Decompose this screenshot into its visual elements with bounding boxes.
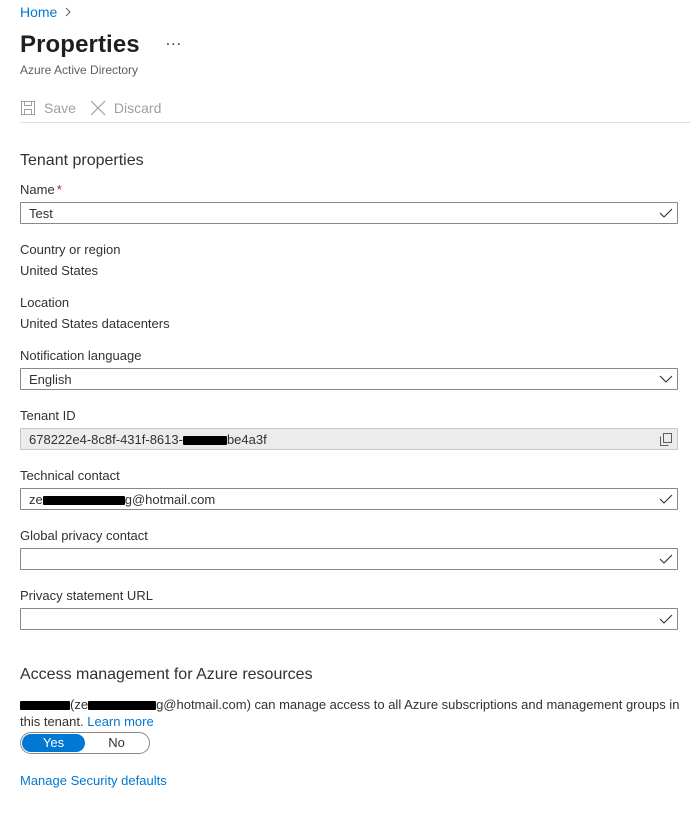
checkmark-icon (655, 549, 677, 569)
close-icon (90, 100, 106, 116)
privacy-statement-url-label: Privacy statement URL (20, 588, 153, 603)
technical-contact-suffix: g@hotmail.com (124, 491, 216, 507)
tenant-id-prefix: 678222e4-8c8f-431f-8613- (29, 431, 183, 447)
privacy-statement-url-field[interactable] (20, 608, 678, 630)
save-icon (21, 101, 35, 115)
chevron-down-icon (655, 369, 677, 389)
redaction-bar (182, 435, 227, 445)
technical-contact-value: ze g@hotmail.com (21, 492, 655, 507)
location-value: United States datacenters (20, 316, 170, 331)
save-label: Save (44, 100, 76, 116)
tenant-id-suffix: be4a3f (226, 431, 267, 447)
toggle-no-option[interactable]: No (85, 734, 148, 752)
technical-contact-field[interactable]: ze g@hotmail.com (20, 488, 678, 510)
notification-language-label: Notification language (20, 348, 142, 363)
title-row: Properties ... (20, 31, 182, 59)
redaction-bar (20, 701, 70, 711)
breadcrumb-home-link[interactable]: Home (20, 4, 57, 20)
technical-contact-label: Technical contact (20, 468, 120, 483)
learn-more-link[interactable]: Learn more (87, 714, 153, 729)
technical-contact-prefix: ze (29, 491, 43, 507)
more-options-button[interactable]: ... (166, 32, 182, 50)
access-text-open: (ze (70, 697, 89, 712)
page-subtitle: Azure Active Directory (20, 63, 139, 77)
chevron-right-icon (66, 7, 72, 17)
breadcrumb: Home (20, 4, 73, 20)
checkmark-icon (655, 203, 677, 223)
global-privacy-contact-label: Global privacy contact (20, 528, 148, 543)
tenant-id-label: Tenant ID (20, 408, 76, 423)
country-value: United States (20, 263, 99, 278)
page-title: Properties (20, 31, 140, 58)
manage-security-defaults-link[interactable]: Manage Security defaults (20, 773, 167, 788)
name-field-value: Test (29, 205, 53, 221)
notification-language-value: English (29, 371, 72, 387)
global-privacy-contact-field[interactable] (20, 548, 678, 570)
notification-language-dropdown[interactable]: English (20, 368, 678, 390)
checkmark-icon (655, 609, 677, 629)
copy-icon[interactable] (655, 429, 677, 449)
access-management-description: (ze g@hotmail.com) can manage access to a… (20, 696, 682, 730)
command-bar: Save Discard (20, 94, 690, 123)
redaction-bar (88, 701, 157, 711)
discard-label: Discard (113, 100, 162, 116)
country-label: Country or region (20, 242, 121, 257)
discard-button[interactable]: Discard (90, 100, 161, 116)
required-asterisk: * (56, 182, 62, 197)
redaction-bar (42, 495, 125, 505)
checkmark-icon (655, 489, 677, 509)
tenant-properties-heading: Tenant properties (20, 152, 144, 169)
location-label: Location (20, 295, 70, 310)
tenant-id-field: 678222e4-8c8f-431f-8613- be4a3f (20, 428, 678, 450)
save-button[interactable]: Save (20, 100, 76, 116)
access-management-heading: Access management for Azure resources (20, 666, 313, 683)
access-management-toggle[interactable]: Yes No (20, 732, 150, 754)
toggle-yes-option[interactable]: Yes (22, 734, 85, 752)
name-label-text: Name (20, 182, 55, 197)
name-label: Name * (20, 182, 62, 197)
name-field[interactable]: Test (20, 202, 678, 224)
tenant-id-value: 678222e4-8c8f-431f-8613- be4a3f (21, 432, 655, 447)
